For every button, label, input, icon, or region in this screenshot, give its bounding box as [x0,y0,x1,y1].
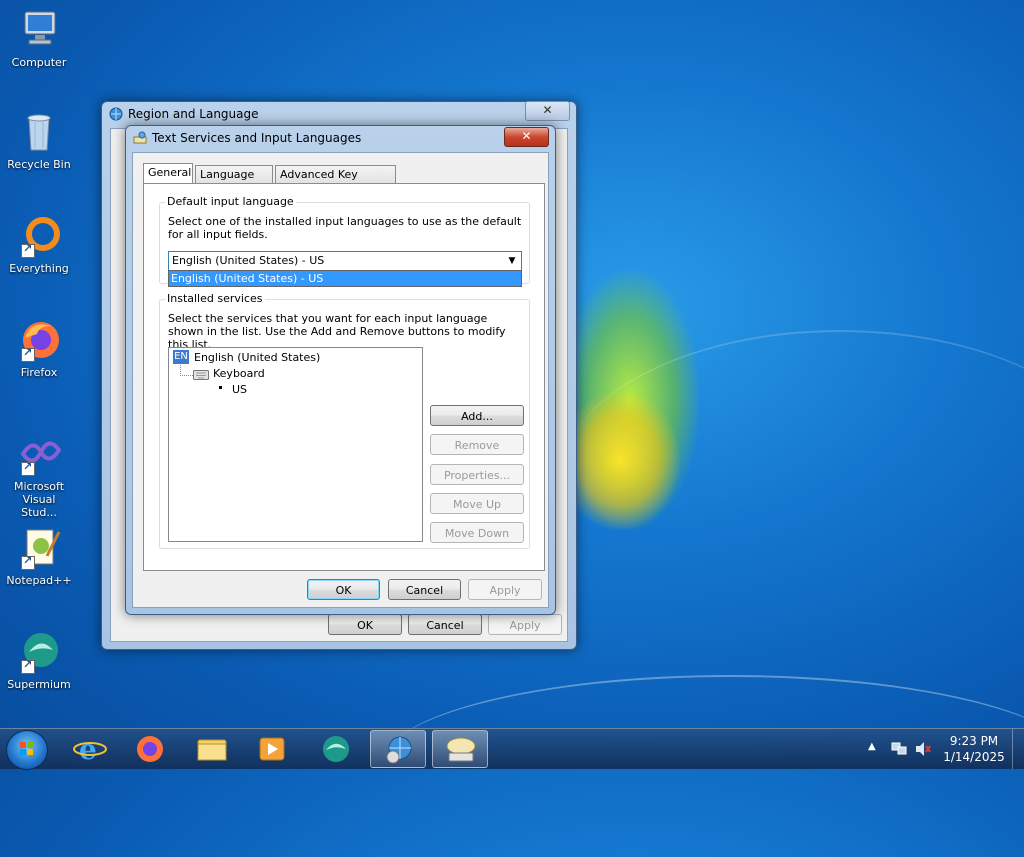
default-input-selected-value: English (United States) - US [172,254,325,267]
shortcut-arrow-icon [21,242,35,258]
dropdown-arrow-icon[interactable]: ▼ [505,252,519,270]
taskbar-control-panel[interactable] [370,730,426,768]
desktop-icon-notepadpp[interactable]: Notepad++ [4,526,74,587]
text-services-dialog: Text Services and Input Languages ✕ Gene… [125,125,556,615]
desktop-icon-label: Recycle Bin [7,158,71,171]
keyboard-icon [193,368,209,383]
supermium-icon [17,630,61,674]
desktop-icon-label: Microsoft Visual Stud... [13,480,65,519]
default-input-combobox[interactable]: English (United States) - US ▼ [168,251,522,271]
desktop-icon-computer[interactable]: Computer [4,8,74,69]
add-button[interactable]: Add... [430,405,524,426]
default-input-group: Default input language Select one of the… [159,195,530,287]
shortcut-arrow-icon [21,554,35,570]
taskbar-text-services[interactable] [432,730,488,768]
tab-strip: General Language Bar Advanced Key Settin… [143,163,543,199]
text-services-titlebar[interactable]: Text Services and Input Languages ✕ [126,126,555,150]
text-services-title: Text Services and Input Languages [152,131,362,145]
region-ok-button[interactable]: OK [328,614,402,635]
text-services-close-button[interactable]: ✕ [504,127,549,147]
move-down-button[interactable]: Move Down [430,522,524,543]
installed-services-legend: Installed services [165,292,265,305]
installed-services-group: Installed services Select the services t… [159,292,530,549]
media-player-icon [259,737,285,761]
dropdown-option[interactable]: English (United States) - US [169,271,521,286]
clock-time[interactable]: 9:23 PM [942,734,1006,748]
file-explorer-icon [197,739,227,761]
firefox-icon [17,318,61,362]
tab-language-bar[interactable]: Language Bar [195,165,273,199]
language-badge-icon: EN [173,350,189,364]
computer-icon [17,8,61,52]
start-button[interactable] [6,730,48,770]
shortcut-arrow-icon [21,460,35,476]
installed-services-description: Select the services that you want for ea… [168,312,506,351]
ok-button[interactable]: OK [307,579,380,600]
keyboard-globe-icon [133,131,147,145]
control-panel-icon [386,736,412,764]
text-services-icon [446,737,476,762]
tree-connector [180,365,193,376]
taskbar-supermium[interactable] [308,730,364,768]
region-language-titlebar[interactable]: Region and Language ✕ [102,101,576,126]
globe-icon [109,107,123,121]
apply-button[interactable]: Apply [468,579,542,600]
default-input-dropdown-list: English (United States) - US [168,270,522,287]
everything-icon [17,214,61,258]
tree-keyboard-node[interactable]: Keyboard [213,367,265,380]
properties-button[interactable]: Properties... [430,464,524,485]
volume-muted-icon[interactable] [914,741,932,760]
cancel-button[interactable]: Cancel [388,579,461,600]
tab-advanced-key-settings[interactable]: Advanced Key Settings [275,165,396,199]
taskbar-internet-explorer[interactable]: e [62,730,118,768]
desktop-icon-everything[interactable]: Everything [4,214,74,275]
shortcut-arrow-icon [21,346,35,362]
desktop-icon-visual-studio[interactable]: Microsoft Visual Stud... [4,432,74,519]
default-input-description: Select one of the installed input langua… [168,215,522,241]
firefox-icon [137,736,163,762]
windows-logo-icon [20,742,33,755]
clock-date[interactable]: 1/14/2025 [942,750,1006,764]
remove-button[interactable]: Remove [430,434,524,455]
region-apply-button[interactable]: Apply [488,614,562,635]
desktop-icon-label: Computer [11,56,67,69]
taskbar-file-explorer[interactable] [184,730,240,768]
recycle-bin-icon [17,110,61,154]
region-language-title: Region and Language [128,107,259,121]
region-language-close-button[interactable]: ✕ [525,101,570,121]
tab-general[interactable]: General [143,163,193,183]
installed-services-tree[interactable]: EN English (United States) Keyboard US [168,347,423,542]
supermium-icon [323,736,349,762]
desktop-icon-supermium[interactable]: Supermium [4,630,74,691]
taskbar-firefox[interactable] [122,730,178,768]
general-tab-panel: Default input language Select one of the… [143,183,545,571]
notepadpp-icon [17,526,61,570]
desktop-icon-label: Firefox [20,366,58,379]
network-icon[interactable] [890,741,908,760]
shortcut-arrow-icon [21,658,35,674]
bullet-icon [219,386,222,389]
default-input-legend: Default input language [165,195,296,208]
tree-layout-node[interactable]: US [232,383,247,396]
taskbar: e ▲ 9:23 PM 1/14/2025 [0,728,1024,770]
move-up-button[interactable]: Move Up [430,493,524,514]
internet-explorer-icon: e [73,733,107,766]
show-desktop-button[interactable] [1012,729,1024,769]
desktop-icon-label: Notepad++ [6,574,72,587]
taskbar-media-player[interactable] [244,730,300,768]
desktop-icon-firefox[interactable]: Firefox [4,318,74,379]
desktop-icon-label: Supermium [7,678,71,691]
desktop-icon-recycle-bin[interactable]: Recycle Bin [4,110,74,171]
desktop-icon-label: Everything [9,262,69,275]
text-services-client: General Language Bar Advanced Key Settin… [132,152,549,608]
visual-studio-icon [17,432,62,476]
tree-language-node[interactable]: English (United States) [194,351,320,364]
region-cancel-button[interactable]: Cancel [408,614,482,635]
svg-text:e: e [79,733,97,766]
show-hidden-icons-icon[interactable]: ▲ [868,741,876,752]
